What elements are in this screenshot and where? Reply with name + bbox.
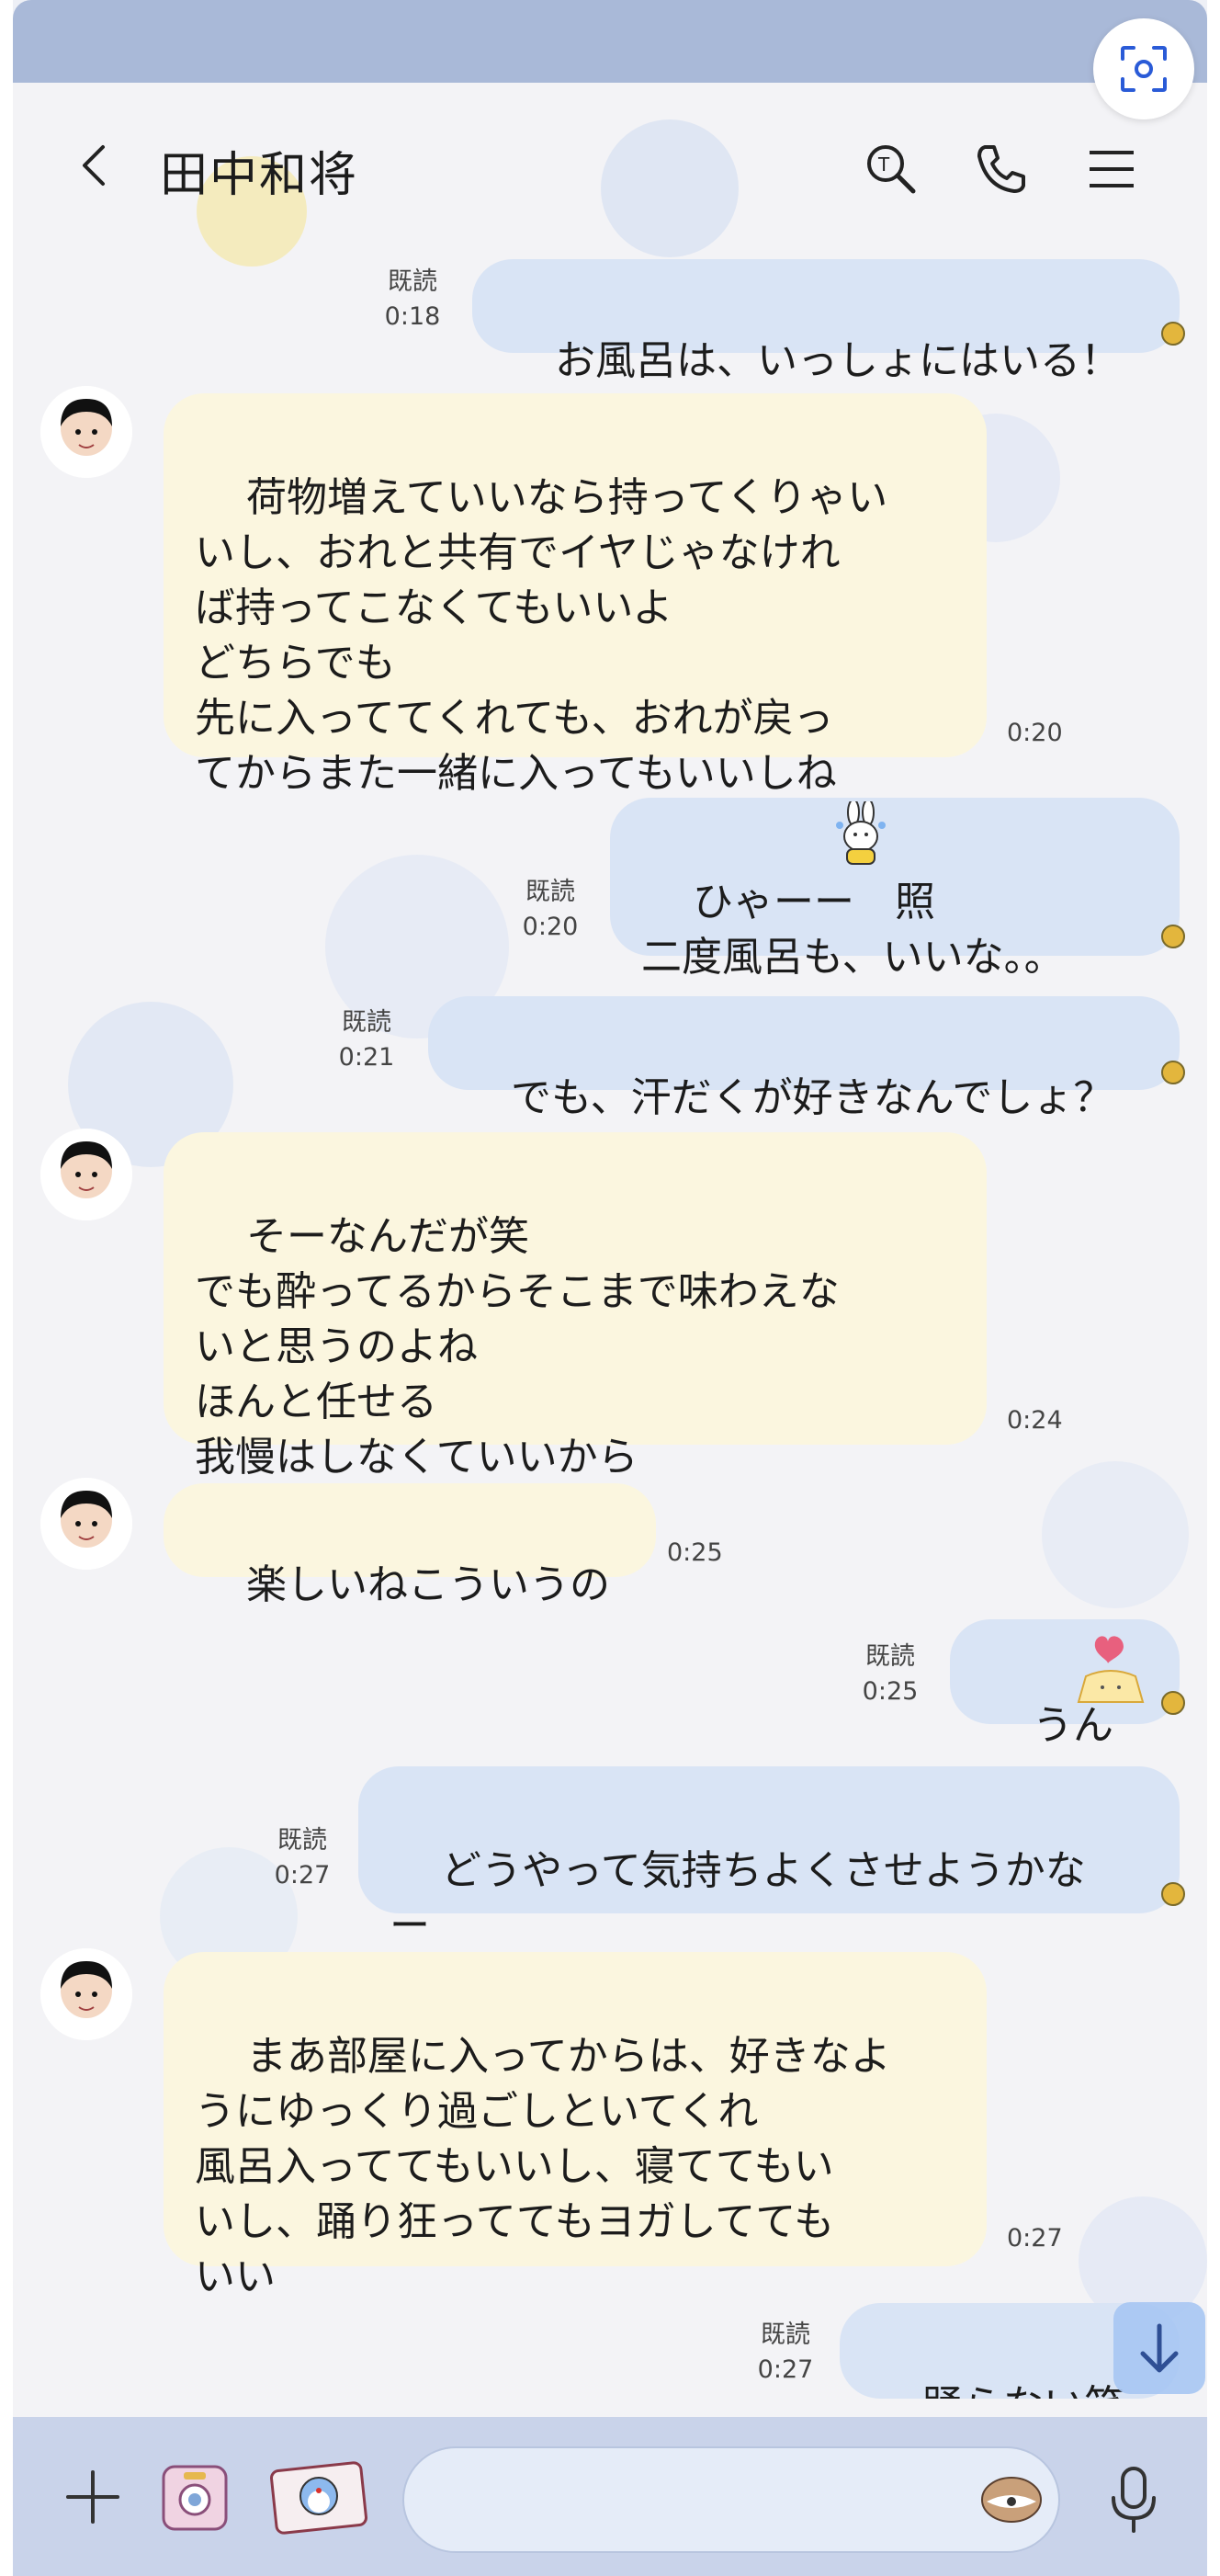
message-bubble-incoming[interactable]: 楽しいねこういうの — [164, 1483, 656, 1608]
avatar[interactable] — [40, 386, 132, 478]
avatar[interactable] — [40, 1478, 132, 1570]
read-status-icon — [1161, 1691, 1185, 1715]
avatar-illustration — [40, 386, 132, 478]
read-receipt: 既読 0:27 — [757, 2321, 814, 2384]
message-input-bar — [13, 2417, 1207, 2576]
phone-icon[interactable] — [968, 136, 1034, 202]
read-receipt: 既読 0:27 — [274, 1826, 331, 1889]
message-time: 0:24 — [1007, 1406, 1063, 1435]
avatar[interactable] — [40, 1948, 132, 2040]
avatar-illustration — [40, 1948, 132, 2040]
read-status-icon — [1161, 925, 1185, 948]
arrow-down-icon — [1140, 2323, 1179, 2373]
read-status-icon — [1161, 322, 1185, 346]
read-status-icon — [1161, 1882, 1185, 1906]
scroll-to-bottom-button[interactable] — [1113, 2302, 1205, 2394]
back-arrow-icon[interactable] — [68, 138, 123, 193]
message-bubble-incoming[interactable]: 荷物増えていいなら持ってくりゃい いし、おれと共有でイヤじゃなけれ ば持ってこな… — [164, 393, 987, 797]
message-bubble-outgoing[interactable]: どうやって気持ちよくさせようかな ー — [358, 1766, 1180, 1949]
message-bubble-outgoing[interactable]: ひゃーー 照 二度風呂も、いいな。。 — [610, 798, 1180, 981]
message-bubble-outgoing[interactable]: お風呂は、いっしょにはいる！ — [472, 259, 1180, 384]
menu-icon[interactable] — [1079, 136, 1145, 202]
message-bubble-incoming[interactable]: まあ部屋に入ってからは、好きなよ うにゆっくり過ごしといてくれ 風呂入っててもい… — [164, 1952, 987, 2300]
message-time: 0:25 — [667, 1538, 723, 1567]
read-receipt: 既読 0:21 — [338, 1008, 395, 1072]
plus-icon[interactable] — [61, 2465, 125, 2529]
scan-button[interactable] — [1093, 18, 1194, 119]
message-time: 0:27 — [1007, 2224, 1063, 2253]
search-icon[interactable]: T — [858, 136, 924, 202]
avatar-illustration — [40, 1478, 132, 1570]
read-status-icon — [1161, 1061, 1185, 1084]
read-receipt: 既読 0:18 — [384, 267, 441, 331]
read-receipt: 既読 0:25 — [862, 1642, 919, 1706]
bunny-emoji — [836, 801, 886, 865]
avatar[interactable] — [40, 1129, 132, 1220]
message-bubble-incoming[interactable]: そーなんだが笑 でも酔ってるからそこまで味わえな いと思うのよね ほんと任せる … — [164, 1132, 987, 1481]
sticker-icon[interactable] — [979, 2474, 1044, 2525]
message-bubble-outgoing[interactable]: でも、汗だくが好きなんでしょ？ — [428, 996, 1180, 1121]
camera-icon[interactable] — [158, 2461, 232, 2535]
photo-icon[interactable] — [268, 2459, 369, 2536]
chat-title: 田中和将 — [160, 148, 359, 203]
chat-header: 田中和将 T — [13, 83, 1207, 253]
scan-icon — [1121, 46, 1167, 92]
svg-text:T: T — [877, 153, 890, 176]
avatar-illustration — [40, 1129, 132, 1220]
status-bar — [13, 0, 1207, 83]
message-input[interactable] — [402, 2446, 1060, 2553]
message-time: 0:20 — [1007, 719, 1063, 747]
microphone-icon[interactable] — [1101, 2463, 1167, 2536]
phone-screen: 田中和将 T 既読 0:18 お風呂は、いっしょにはいる！ 荷物増えていいなら持… — [13, 0, 1207, 2576]
heart-cat-emoji — [1077, 1636, 1145, 1703]
read-receipt: 既読 0:20 — [522, 878, 579, 941]
